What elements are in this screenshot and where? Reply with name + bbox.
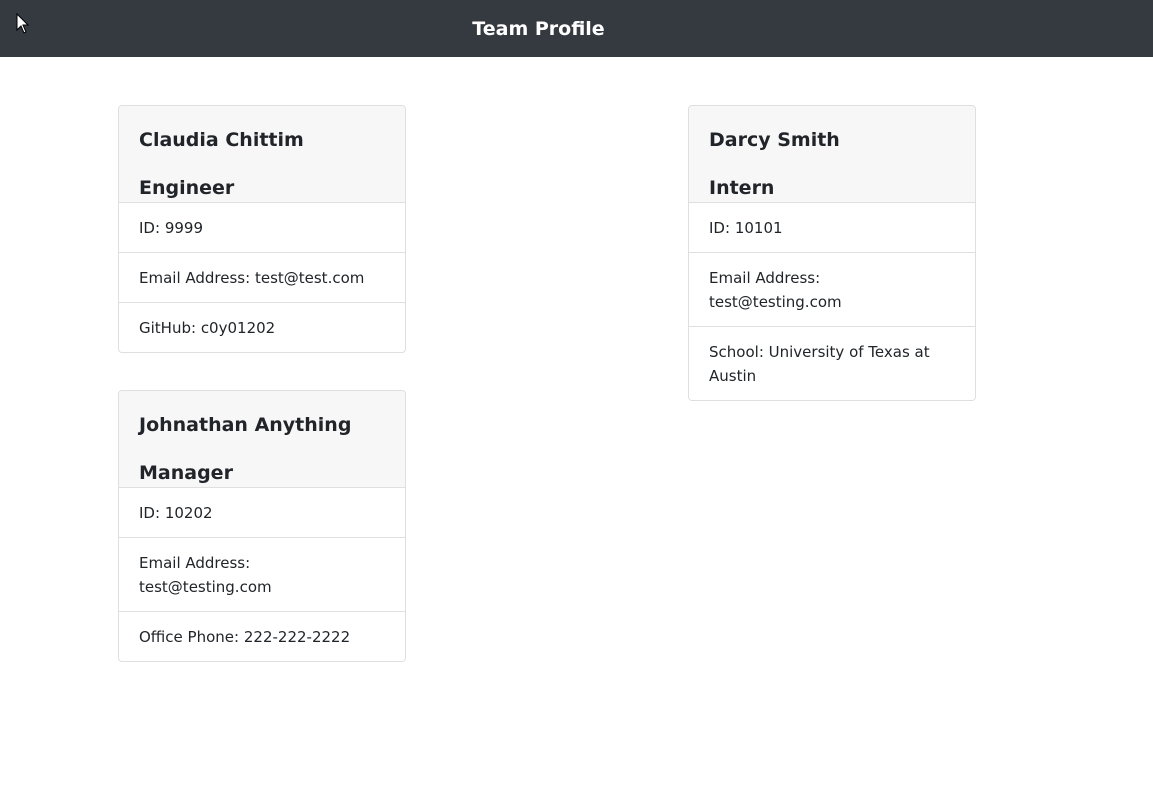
employee-card-manager: Johnathan Anything Manager ID10202 Email… — [118, 390, 406, 662]
employee-card-engineer: Claudia Chittim Engineer ID9999 Email Ad… — [118, 105, 406, 353]
item-label: GitHub — [139, 319, 201, 337]
employee-name: Claudia Chittim — [139, 129, 304, 151]
item-value: test@test.com — [254, 269, 365, 287]
employee-name: Darcy Smith — [709, 129, 840, 151]
item-label: Email Address — [139, 269, 255, 287]
item-value: 9999 — [164, 219, 203, 237]
item-label: ID — [139, 219, 165, 237]
item-label: Office Phone — [139, 628, 244, 646]
item-value: 222-222-2222 — [243, 628, 351, 646]
card-header: Claudia Chittim Engineer — [119, 106, 405, 203]
card-header: Darcy Smith Intern — [689, 106, 975, 203]
item-label: ID — [709, 219, 735, 237]
item-value: test@testing.com — [139, 578, 272, 596]
item-label: ID — [139, 504, 165, 522]
list-item-email: Email Addresstest@test.com — [119, 253, 405, 303]
list-item-school: SchoolUniversity of Texas at Austin — [689, 327, 975, 400]
item-label: School — [709, 343, 769, 361]
list-item-office-phone: Office Phone222-222-2222 — [119, 612, 405, 661]
item-value: 10202 — [164, 504, 213, 522]
item-value: 10101 — [734, 219, 783, 237]
list-item-email: Email Address test@testing.com — [119, 538, 405, 612]
navbar: Team Profile — [0, 0, 1153, 57]
card-header: Johnathan Anything Manager — [119, 391, 405, 488]
employee-card-intern: Darcy Smith Intern ID10101 Email Address… — [688, 105, 976, 401]
item-value: c0y01202 — [200, 319, 276, 337]
item-label: Email Address — [709, 269, 820, 287]
item-label: Email Address — [139, 554, 250, 572]
list-item-email: Email Address test@testing.com — [689, 253, 975, 327]
employee-name: Johnathan Anything — [139, 414, 352, 436]
page-title: Team Profile — [472, 17, 605, 40]
item-value: test@testing.com — [709, 293, 842, 311]
list-item-github: GitHubc0y01202 — [119, 303, 405, 352]
mouse-pointer-icon — [16, 13, 30, 34]
